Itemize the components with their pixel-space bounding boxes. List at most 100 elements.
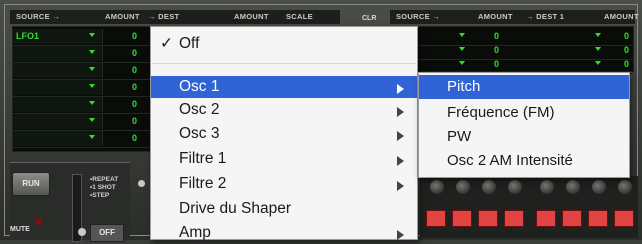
mod-row: 0 <box>13 46 151 63</box>
osc1-submenu: Pitch Fréquence (FM) PW Osc 2 AM Intensi… <box>418 72 630 178</box>
amount-value[interactable]: 0 <box>101 29 137 44</box>
header-source-label: SOURCE → <box>16 12 61 21</box>
menu-item-label: Drive du Shaper <box>179 200 292 217</box>
header-right-amount-label: AMOUNT <box>478 12 513 21</box>
header-dest-label: → DEST <box>148 12 180 21</box>
mod-row: 0 <box>13 97 151 114</box>
menu-item-label: Filtre 1 <box>179 150 227 167</box>
step-pad[interactable] <box>504 210 524 227</box>
off-button[interactable]: OFF <box>90 224 124 242</box>
dropdown-arrow-icon <box>459 61 465 65</box>
amount-value[interactable]: 0 <box>473 29 499 44</box>
menu-separator <box>152 63 416 64</box>
mod-matrix-grid-right: 0 0 0 0 0 0 <box>392 26 634 74</box>
submenu-arrow-icon <box>397 230 404 240</box>
step-knob[interactable] <box>430 180 444 194</box>
dropdown-arrow-icon <box>89 135 95 139</box>
mode-oneshot-label: •1 SHOT <box>90 184 116 191</box>
amount-value[interactable]: 0 <box>101 131 137 146</box>
menu-item-filtre1[interactable]: Filtre 1 <box>151 148 417 170</box>
dropdown-arrow-icon <box>595 33 601 37</box>
amount-value[interactable]: 0 <box>101 63 137 78</box>
mod-row: 0 <box>13 80 151 97</box>
dropdown-arrow-icon <box>89 101 95 105</box>
submenu-arrow-icon <box>397 84 404 94</box>
play-mode-options[interactable]: •REPEAT •1 SHOT •STEP <box>90 176 118 200</box>
clear-button[interactable]: CLR <box>362 15 376 22</box>
header-right-source-label: SOURCE → <box>396 12 441 21</box>
header-scale-label: SCALE <box>286 12 313 21</box>
mod-matrix-grid-left: LFO1 0 0 0 0 0 0 0 <box>12 26 152 152</box>
menu-item-osc2[interactable]: Osc 2 <box>151 99 417 121</box>
menu-item-osc3[interactable]: Osc 3 <box>151 123 417 145</box>
menu-item-drive-shaper[interactable]: Drive du Shaper <box>151 198 417 220</box>
mod-matrix-header-right: SOURCE → AMOUNT → DEST 1 AMOUNT <box>390 10 638 24</box>
amount-value[interactable]: 0 <box>473 57 499 72</box>
amount-value[interactable]: 0 <box>101 46 137 61</box>
dropdown-arrow-icon <box>89 84 95 88</box>
dropdown-arrow-icon <box>89 67 95 71</box>
mute-led <box>35 218 42 225</box>
step-pad[interactable] <box>478 210 498 227</box>
step-pad[interactable] <box>452 210 472 227</box>
mod-row: 0 <box>13 131 151 148</box>
amount-value[interactable]: 0 <box>101 80 137 95</box>
dropdown-arrow-icon <box>89 118 95 122</box>
header-amount-label: AMOUNT <box>105 12 140 21</box>
header-amount2-label: AMOUNT <box>234 12 269 21</box>
step-knob[interactable] <box>508 180 522 194</box>
menu-item-label: Osc 2 <box>179 101 220 118</box>
run-button[interactable]: RUN <box>12 172 50 196</box>
menu-item-osc1[interactable]: Osc 1 <box>151 76 417 98</box>
step-pad[interactable] <box>426 210 446 227</box>
mode-step-label: •STEP <box>90 192 110 199</box>
menu-item-label: Off <box>179 35 200 52</box>
dropdown-arrow-icon <box>595 47 601 51</box>
step-pad[interactable] <box>562 210 582 227</box>
step-knob[interactable] <box>482 180 496 194</box>
mute-label: MUTE <box>10 226 30 233</box>
submenu-item-osc2-am-intensite[interactable]: Osc 2 AM Intensité <box>419 149 629 173</box>
menu-item-off[interactable]: ✓ Off <box>151 33 417 55</box>
mod-matrix-header-left: SOURCE → AMOUNT → DEST AMOUNT SCALE <box>10 10 340 24</box>
dropdown-arrow-icon <box>89 50 95 54</box>
amount2-value[interactable]: 0 <box>603 57 629 72</box>
dropdown-arrow-icon <box>459 33 465 37</box>
menu-item-filtre2[interactable]: Filtre 2 <box>151 173 417 195</box>
step-knob[interactable] <box>618 180 632 194</box>
step-knob[interactable] <box>592 180 606 194</box>
submenu-arrow-icon <box>397 107 404 117</box>
amount-value[interactable]: 0 <box>473 43 499 58</box>
submenu-arrow-icon <box>397 181 404 191</box>
amount2-value[interactable]: 0 <box>603 43 629 58</box>
dropdown-arrow-icon <box>89 33 95 37</box>
amount-value[interactable]: 0 <box>101 114 137 129</box>
header-right-amount2-label: AMOUNT <box>604 12 639 21</box>
amount2-value[interactable]: 0 <box>603 29 629 44</box>
submenu-arrow-icon <box>397 131 404 141</box>
menu-item-label: Osc 1 <box>179 78 220 95</box>
mod-row: LFO1 0 <box>13 29 151 46</box>
step-knob[interactable] <box>456 180 470 194</box>
mode-indicator-dot <box>138 180 145 187</box>
dropdown-arrow-icon <box>459 47 465 51</box>
submenu-item-pitch[interactable]: Pitch <box>419 75 629 99</box>
destination-menu: ✓ Off Osc 1 Osc 2 Osc 3 Filtre 1 Filtre … <box>150 26 418 241</box>
header-right-dest-label: → DEST 1 <box>526 12 565 21</box>
menu-item-amp[interactable]: Amp <box>151 222 417 244</box>
step-knob[interactable] <box>566 180 580 194</box>
menu-item-label: Filtre 2 <box>179 175 227 192</box>
submenu-arrow-icon <box>397 156 404 166</box>
submenu-item-pw[interactable]: PW <box>419 125 629 149</box>
submenu-item-frequence-fm[interactable]: Fréquence (FM) <box>419 101 629 125</box>
menu-item-label: Osc 3 <box>179 125 220 142</box>
step-pad[interactable] <box>588 210 608 227</box>
amount-value[interactable]: 0 <box>101 97 137 112</box>
dropdown-arrow-icon <box>595 61 601 65</box>
menu-item-label: Amp <box>179 224 211 241</box>
step-pad[interactable] <box>536 210 556 227</box>
mod-row: 0 <box>13 114 151 131</box>
step-knob[interactable] <box>540 180 554 194</box>
checkmark-icon: ✓ <box>160 35 173 52</box>
step-pad[interactable] <box>614 210 634 227</box>
